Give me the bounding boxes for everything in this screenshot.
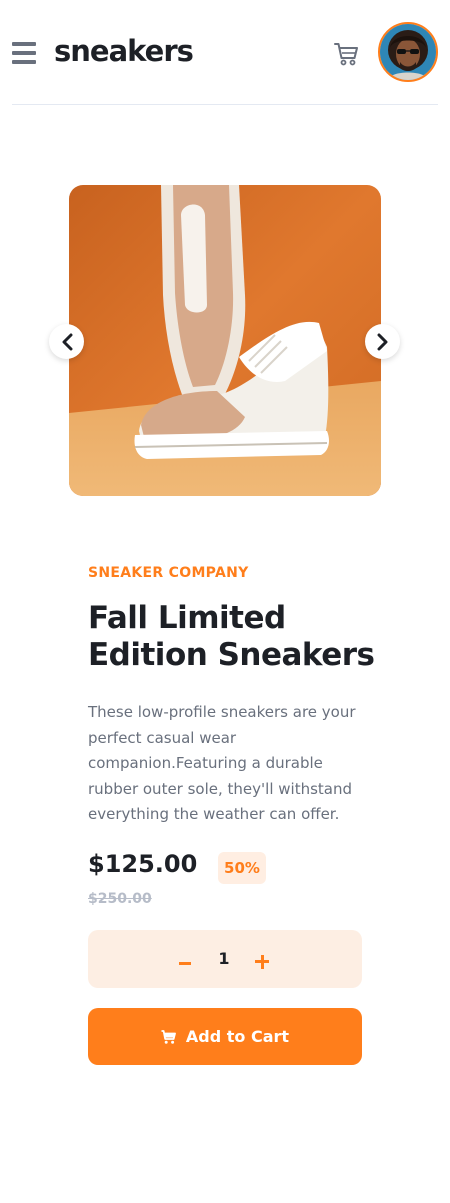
product-title: Fall Limited Edition Sneakers [88, 600, 375, 673]
quantity-stepper: 1 [88, 930, 362, 988]
top-header: sneakers [12, 0, 438, 105]
previous-image-button[interactable] [49, 324, 84, 359]
cart-icon[interactable] [334, 42, 359, 66]
discount-badge: 50% [218, 852, 266, 884]
increase-quantity-button[interactable] [254, 954, 270, 970]
product-image [69, 185, 381, 496]
chevron-left-icon [62, 333, 72, 350]
hamburger-menu-icon[interactable] [12, 42, 36, 64]
quantity-value: 1 [218, 949, 230, 968]
add-to-cart-button[interactable]: Add to Cart [88, 1008, 362, 1065]
product-page: sneakers SNEAKER COMPANY Fall Limited Ed… [0, 0, 450, 1203]
next-image-button[interactable] [365, 324, 400, 359]
brand-logo[interactable]: sneakers [54, 34, 194, 68]
original-price: $250.00 [88, 891, 152, 907]
company-name: SNEAKER COMPANY [88, 565, 249, 581]
decrease-quantity-button[interactable] [178, 954, 192, 966]
user-avatar[interactable] [378, 22, 438, 82]
chevron-right-icon [377, 333, 387, 350]
cart-icon [161, 1029, 176, 1044]
add-to-cart-label: Add to Cart [185, 1027, 290, 1046]
product-description: These low-profile sneakers are your perf… [88, 703, 356, 823]
current-price: $125.00 [88, 850, 198, 878]
